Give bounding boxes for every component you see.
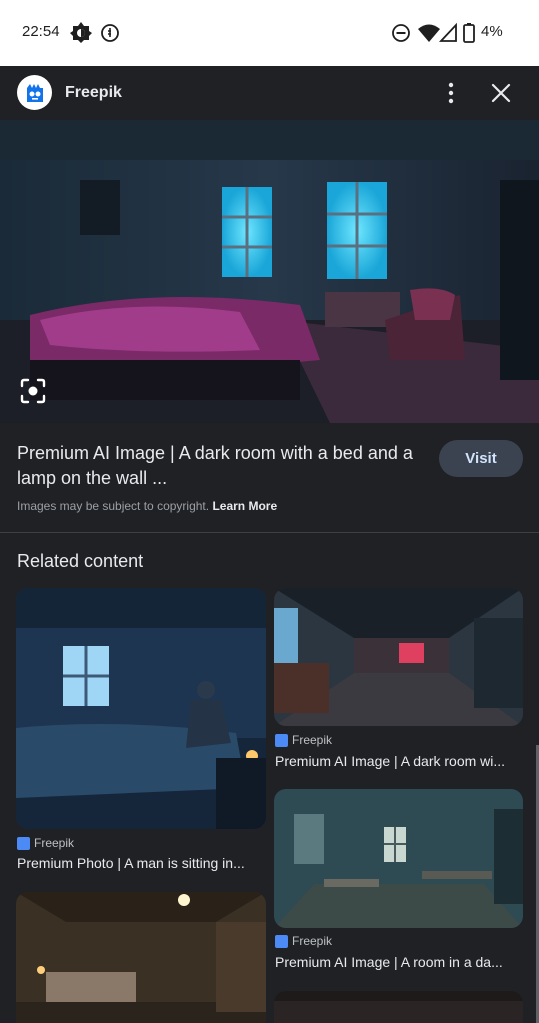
brightness-icon: [70, 22, 92, 43]
related-title-0[interactable]: Premium Photo | A man is sitting in...: [17, 855, 265, 871]
do-not-disturb-icon: [392, 24, 410, 42]
related-image-man-sitting[interactable]: [16, 588, 266, 829]
divider: [0, 532, 539, 533]
man-sitting-image: [16, 588, 266, 829]
related-source-name: Freepik: [34, 836, 75, 850]
related-image-dark-room[interactable]: [274, 588, 523, 726]
status-bar: 22:54 4%: [0, 0, 539, 66]
key-icon: [101, 24, 119, 42]
wifi-icon: [418, 24, 440, 42]
status-time: 22:54: [22, 23, 60, 40]
abandoned-room-image: [274, 789, 523, 928]
result-title[interactable]: Premium AI Image | A dark room with a be…: [17, 441, 417, 491]
close-icon[interactable]: [489, 81, 513, 105]
related-source-name: Freepik: [292, 934, 333, 948]
more-options-icon[interactable]: [438, 80, 464, 106]
related-source-2: Freepik: [275, 934, 332, 948]
freepik-favicon-icon: [275, 934, 288, 948]
visit-button[interactable]: Visit: [439, 440, 523, 477]
learn-more-link[interactable]: Learn More: [212, 499, 277, 513]
related-image-cabin-bedroom[interactable]: [16, 892, 266, 1023]
related-source-0: Freepik: [17, 836, 74, 850]
freepik-logo: [17, 75, 52, 110]
freepik-favicon-icon: [275, 733, 288, 747]
site-name: Freepik: [65, 84, 122, 101]
lens-search-icon[interactable]: [18, 376, 48, 406]
cabin-bedroom-image: [16, 892, 266, 1023]
related-title-2[interactable]: Premium AI Image | A room in a da...: [275, 954, 523, 970]
app-header: Freepik: [0, 66, 539, 120]
related-source-1: Freepik: [275, 733, 332, 747]
related-source-name: Freepik: [292, 733, 333, 747]
dark-room-image: [274, 588, 523, 726]
copyright-text: Images may be subject to copyright.: [17, 499, 213, 513]
related-title-1[interactable]: Premium AI Image | A dark room wi...: [275, 753, 523, 769]
related-image-partial[interactable]: [274, 991, 523, 1023]
freepik-favicon-icon: [17, 836, 30, 850]
battery-icon: [463, 23, 475, 43]
main-image[interactable]: [0, 120, 539, 423]
battery-percent: 4%: [481, 23, 503, 40]
related-image-room-in-a-dark[interactable]: [274, 789, 523, 928]
freepik-logo-icon: [26, 83, 43, 102]
partial-image: [274, 991, 523, 1023]
related-content-heading: Related content: [17, 551, 144, 571]
dark-bedroom-image: [0, 120, 539, 423]
signal-icon: [439, 22, 457, 42]
copyright-notice: Images may be subject to copyright. Lear…: [17, 499, 277, 513]
